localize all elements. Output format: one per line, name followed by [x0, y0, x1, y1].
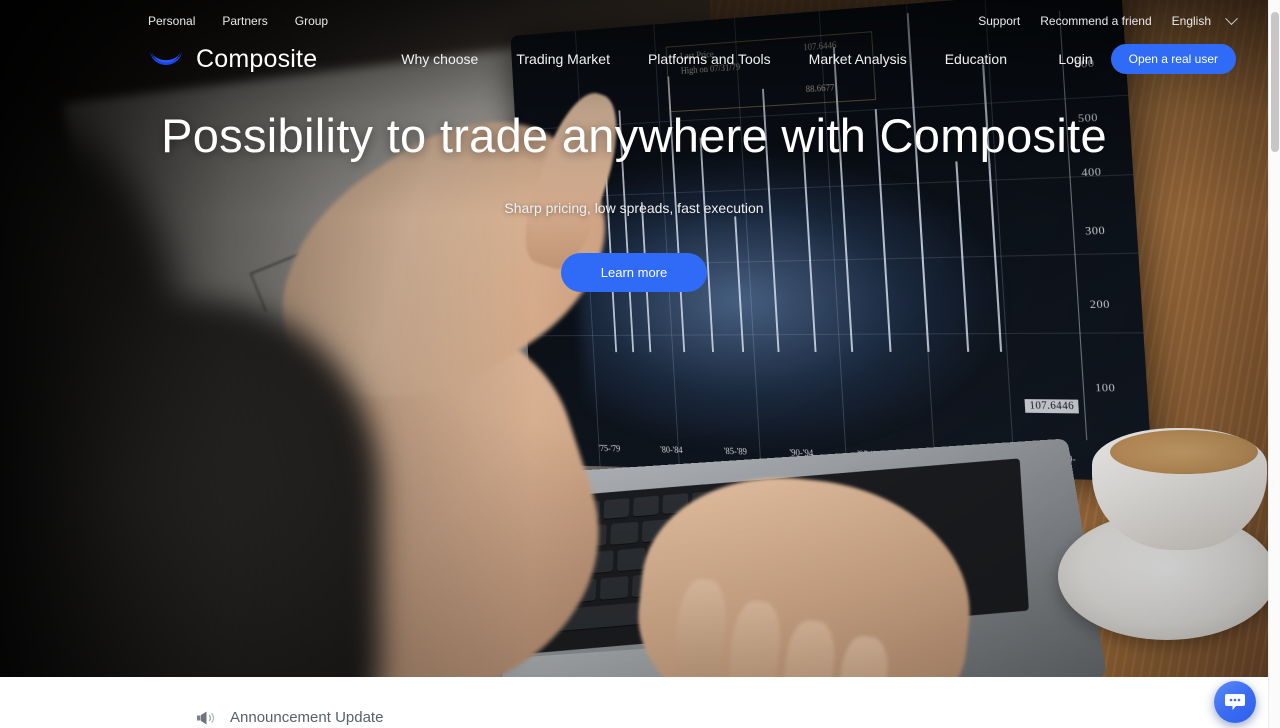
topbar-right-links: Support Recommend a friend English — [978, 11, 1238, 28]
language-selector[interactable]: English — [1171, 11, 1238, 28]
topbar-link-recommend-a-friend[interactable]: Recommend a friend — [1040, 14, 1151, 28]
announcement-label: Announcement Update — [230, 709, 384, 726]
language-label: English — [1171, 14, 1211, 28]
hero-background-photo: Last Price High on 07/31/79 107.6446 88.… — [0, 0, 1268, 677]
nav-item-why-choose[interactable]: Why choose — [401, 51, 478, 67]
utility-topbar: Personal Partners Group Support Recommen… — [0, 0, 1268, 42]
login-link[interactable]: Login — [1058, 51, 1092, 67]
nav-item-trading-market[interactable]: Trading Market — [516, 51, 610, 67]
hero-banner: Last Price High on 07/31/79 107.6446 88.… — [0, 0, 1268, 677]
learn-more-button[interactable]: Learn more — [560, 253, 708, 292]
topbar-link-partners[interactable]: Partners — [222, 14, 267, 28]
announcement-section: Announcement Update — [0, 677, 1268, 728]
composite-crescent-logo-icon — [150, 50, 182, 65]
photo-vignette — [0, 0, 1268, 677]
landing-page: Last Price High on 07/31/79 107.6446 88.… — [0, 0, 1280, 728]
open-real-account-button[interactable]: Open a real user — [1110, 44, 1236, 74]
main-navbar: Composite Why choose Trading Market Plat… — [0, 42, 1268, 76]
brand-logo[interactable]: Composite — [148, 45, 317, 74]
topbar-link-support[interactable]: Support — [978, 14, 1020, 28]
topbar-left-links: Personal Partners Group — [148, 14, 328, 28]
hero-title: Possibility to trade anywhere with Compo… — [161, 109, 1107, 162]
nav-item-market-analysis[interactable]: Market Analysis — [809, 51, 907, 67]
hero-content: Possibility to trade anywhere with Compo… — [0, 108, 1268, 292]
nav-item-education[interactable]: Education — [945, 51, 1007, 67]
nav-links: Why choose Trading Market Platforms and … — [401, 51, 1007, 67]
browser-scrollbar[interactable] — [1268, 0, 1280, 728]
chat-bubble-icon — [1225, 694, 1245, 710]
nav-item-platforms-and-tools[interactable]: Platforms and Tools — [648, 51, 771, 67]
topbar-link-personal[interactable]: Personal — [148, 14, 195, 28]
chevron-down-icon — [1225, 11, 1238, 25]
hero-subtitle: Sharp pricing, low spreads, fast executi… — [504, 200, 764, 216]
brand-name: Composite — [196, 44, 318, 73]
speaker-announcement-icon — [197, 711, 214, 724]
scrollbar-thumb[interactable] — [1271, 12, 1279, 152]
announcement-row[interactable]: Announcement Update — [196, 709, 383, 726]
nav-actions: Login Open a real user — [1058, 44, 1236, 74]
topbar-link-group[interactable]: Group — [295, 14, 328, 28]
chat-support-button[interactable] — [1214, 681, 1256, 723]
